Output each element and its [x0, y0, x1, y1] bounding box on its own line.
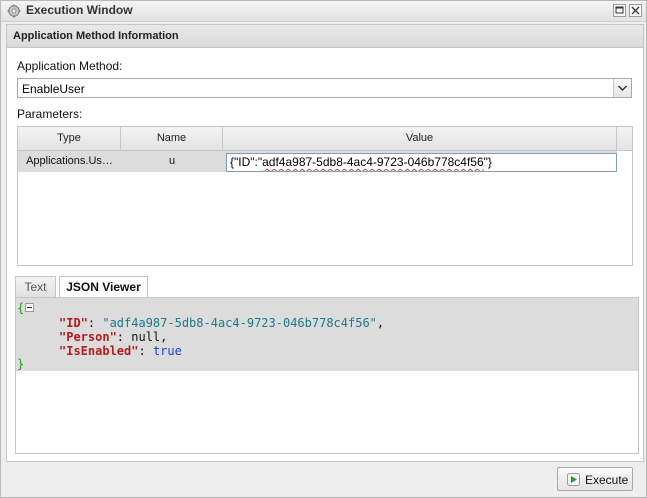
json-line: "ID": "adf4a987-5db8-4ac4-9723-046b778c4…	[59, 316, 384, 330]
json-content: { "ID": "adf4a987-5db8-4ac4-9723-046b778…	[16, 298, 638, 371]
json-open-brace: {	[17, 301, 25, 315]
play-icon	[567, 473, 580, 486]
method-label: Application Method:	[17, 59, 123, 73]
maximize-icon	[615, 6, 624, 14]
json-sep: :	[138, 344, 153, 358]
window-titlebar[interactable]: Execution Window	[1, 1, 646, 22]
json-sep: :	[116, 330, 132, 344]
maximize-button[interactable]	[613, 4, 626, 17]
value-input[interactable]: {"ID":"adf4a987-5db8-4ac4-9723-046b778c4…	[226, 153, 617, 172]
json-key: "ID"	[59, 316, 88, 330]
tab-json-viewer[interactable]: JSON Viewer	[59, 276, 148, 299]
json-line: "Person": null,	[59, 330, 167, 344]
json-line: "IsEnabled": true	[59, 344, 182, 358]
collapse-toggle-icon[interactable]	[25, 303, 34, 312]
json-close-brace: }	[17, 357, 25, 371]
json-value: "adf4a987-5db8-4ac4-9723-046b778c4f56"	[102, 316, 377, 330]
cell-name[interactable]: u	[121, 151, 223, 172]
json-viewer[interactable]: { "ID": "adf4a987-5db8-4ac4-9723-046b778…	[15, 298, 639, 454]
column-header-name[interactable]: Name	[121, 127, 223, 150]
value-prefix: {"ID":"	[230, 155, 263, 169]
method-info-panel: Application Method Information Applicati…	[6, 24, 644, 462]
panel-header: Application Method Information	[7, 25, 643, 48]
close-icon	[631, 6, 640, 15]
execution-window: Execution Window Application Method Info…	[0, 0, 647, 498]
execute-label: Execute	[585, 473, 629, 487]
gear-icon	[7, 4, 21, 18]
table-row[interactable]: Applications.Us… u {"ID":"adf4a987-5db8-…	[18, 151, 617, 172]
json-value: true	[152, 344, 182, 358]
json-trail: ,	[376, 316, 385, 330]
dropdown-arrow[interactable]	[613, 79, 631, 97]
cell-type[interactable]: Applications.Us…	[18, 151, 121, 172]
json-sep: :	[87, 316, 103, 330]
method-selected-value: EnableUser	[22, 82, 85, 96]
close-button[interactable]	[629, 4, 642, 17]
execute-button[interactable]: Execute	[557, 467, 633, 491]
panel-title: Application Method Information	[13, 30, 179, 42]
parameters-grid: Type Name Value Applications.Us… u {"ID"…	[17, 126, 633, 266]
chevron-down-icon	[617, 85, 628, 92]
column-header-value[interactable]: Value	[223, 127, 617, 150]
json-trail: ,	[160, 330, 168, 344]
parameters-label: Parameters:	[17, 107, 83, 121]
grid-header: Type Name Value	[18, 127, 632, 151]
tab-text[interactable]: Text	[15, 276, 56, 297]
column-header-type[interactable]: Type	[18, 127, 121, 150]
json-key: "Person"	[59, 330, 117, 344]
json-key: "IsEnabled"	[59, 344, 139, 358]
column-header-filler	[617, 127, 632, 150]
method-select[interactable]: EnableUser	[17, 78, 632, 98]
window-title: Execution Window	[26, 3, 133, 17]
value-suffix: "}	[483, 155, 492, 169]
json-value: null	[131, 330, 161, 344]
value-id: adf4a987-5db8-4ac4-9723-046b778c4f56	[262, 155, 484, 169]
